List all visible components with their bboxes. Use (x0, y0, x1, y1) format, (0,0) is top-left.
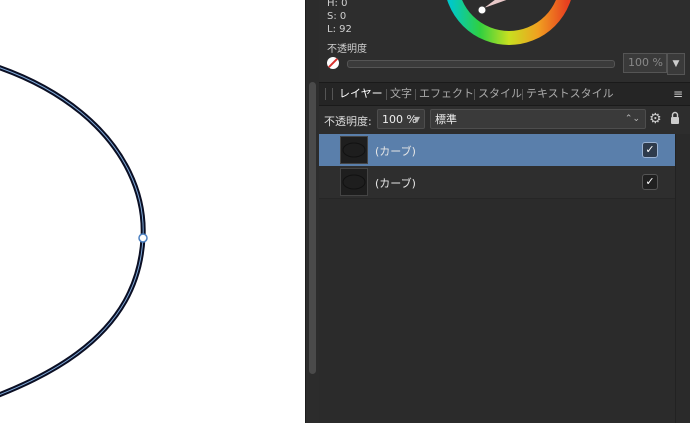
lightness-value: L: 92 (327, 24, 352, 35)
tab-text[interactable]: 文字 (390, 83, 412, 105)
layer-opacity-select[interactable]: 100 % ▼ (377, 109, 425, 129)
document-canvas[interactable] (0, 0, 305, 423)
blend-mode-value: 標準 (435, 113, 457, 126)
tab-effects[interactable]: エフェクト (419, 83, 474, 105)
panel-tabs: レイヤー 文字 エフェクト スタイル テキストスタイル ≡ (319, 82, 690, 106)
layer-name: (カーブ) (375, 177, 416, 190)
layers-empty-area (319, 199, 675, 423)
tab-text-styles[interactable]: テキストスタイル (526, 83, 614, 105)
tab-styles[interactable]: スタイル (478, 83, 522, 105)
layer-opacity-label: 不透明度: (324, 115, 372, 128)
layer-name: (カーブ) (375, 145, 416, 158)
layers-toolbar: 不透明度: 100 % ▼ 標準 ⌃⌄ ⚙ (319, 106, 690, 134)
color-opacity-field[interactable]: 100 % (623, 53, 667, 73)
scrollbar-thumb[interactable] (309, 82, 316, 374)
layer-visibility-checkbox[interactable]: ✓ (642, 142, 658, 158)
color-wheel[interactable] (439, 0, 579, 50)
updown-chevron-icon: ⌃⌄ (624, 114, 640, 124)
blend-mode-select[interactable]: 標準 ⌃⌄ (430, 109, 646, 129)
layer-opacity-value: 100 % (382, 113, 417, 126)
layer-thumbnail (340, 168, 368, 196)
chevron-down-icon: ▼ (413, 115, 420, 124)
lock-icon[interactable] (670, 111, 680, 125)
layer-thumbnail (340, 136, 368, 164)
saturation-value: S: 0 (327, 11, 347, 22)
tab-layers[interactable]: レイヤー (339, 83, 383, 105)
layer-row[interactable]: (カーブ) ✓ (319, 166, 675, 199)
panel-menu-icon[interactable]: ≡ (673, 87, 683, 101)
layer-visibility-checkbox[interactable]: ✓ (642, 174, 658, 190)
panel-grip-icon[interactable] (325, 88, 333, 100)
color-opacity-slider[interactable] (347, 60, 615, 68)
curve-drawing[interactable] (0, 0, 305, 423)
no-color-icon[interactable] (327, 57, 339, 69)
curve-node-handle[interactable] (138, 233, 148, 243)
hue-value: H: 0 (327, 0, 348, 9)
gear-icon[interactable]: ⚙ (649, 111, 662, 127)
layers-scrollbar[interactable] (675, 134, 690, 423)
layer-row[interactable]: (カーブ) ✓ (319, 134, 675, 166)
canvas-scrollbar[interactable] (305, 0, 320, 423)
right-panel: H: 0 S: 0 L: 92 不透明度 100 % ▼ レイヤー 文字 エフェ… (319, 0, 690, 423)
color-opacity-label: 不透明度 (327, 44, 367, 55)
color-opacity-dropdown[interactable]: ▼ (667, 53, 685, 75)
color-picker-handle[interactable] (477, 5, 487, 15)
